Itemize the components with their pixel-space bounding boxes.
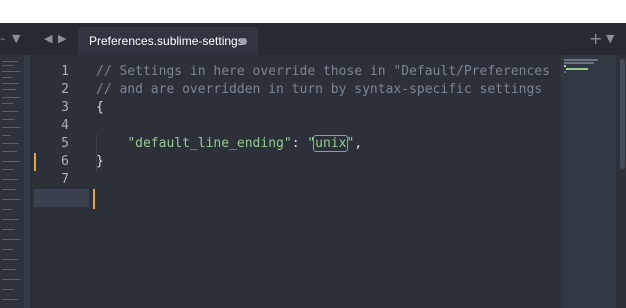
line-number: 5 [61, 136, 69, 151]
code-line-6[interactable]: } [96, 153, 104, 171]
nav-back-icon[interactable]: ◀ [44, 23, 52, 55]
line-number: 7 [61, 172, 69, 187]
tab-menu-chevron-down-icon[interactable]: ▼ [606, 23, 614, 55]
tab-title: Preferences.sublime-settings [89, 34, 244, 48]
setting-key: "default_line_ending" [127, 136, 292, 151]
tab-bar: – ▼ ◀ ▶ Preferences.sublime-settings + ▼ [0, 23, 626, 55]
code-editor[interactable]: 1 2 3 4 5 6 7 // Settings in here overri… [31, 55, 561, 308]
sidebar-scrollbar[interactable] [24, 55, 30, 308]
colon: : [291, 136, 308, 151]
caret-line-marker [93, 189, 95, 209]
line-number: 1 [61, 64, 69, 79]
code-line-3[interactable]: { [96, 99, 104, 117]
new-tab-plus-icon[interactable]: + [589, 23, 602, 55]
nav-forward-icon[interactable]: ▶ [58, 23, 66, 55]
unsaved-dot-icon[interactable] [240, 38, 247, 45]
code-line-1[interactable]: // Settings in here override those in "D… [96, 63, 550, 81]
vertical-scrollbar[interactable] [617, 55, 626, 308]
minimap-viewport[interactable] [561, 55, 616, 308]
comma: , [354, 136, 363, 151]
left-menu-chevron-down-icon[interactable]: ▼ [12, 23, 20, 55]
sidebar-minimap-panel[interactable] [0, 55, 30, 308]
code-line-2[interactable]: // and are overridden in turn by syntax-… [96, 81, 542, 99]
tab-preferences[interactable]: Preferences.sublime-settings [78, 27, 258, 55]
line-number: 4 [61, 118, 69, 133]
line-number: 2 [61, 82, 69, 97]
line-number: 6 [61, 154, 69, 169]
line-number: 3 [61, 100, 69, 115]
scrollbar-thumb[interactable] [620, 59, 625, 169]
left-sidebar-dash-icon[interactable]: – [0, 23, 6, 55]
editor-window: – ▼ ◀ ▶ Preferences.sublime-settings + ▼ [0, 23, 626, 308]
line-number-gutter: 1 2 3 4 5 6 7 [31, 55, 87, 308]
setting-value-highlight: unix [313, 135, 349, 152]
code-line-5[interactable]: "default_line_ending": "unix", [96, 135, 362, 153]
